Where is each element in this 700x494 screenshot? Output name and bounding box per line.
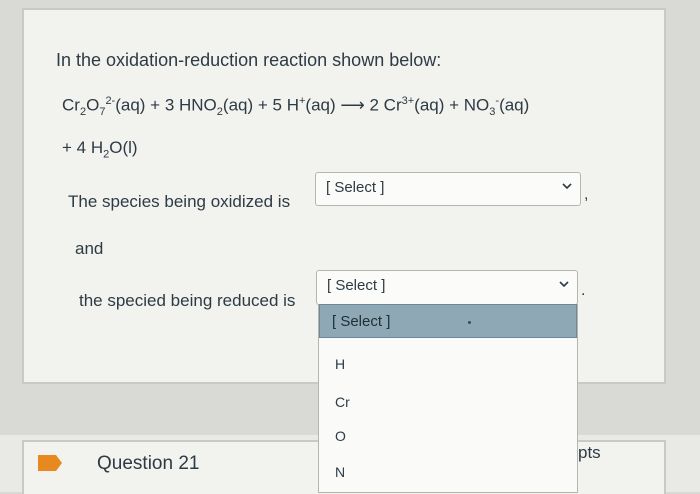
next-question-title: Question 21	[97, 453, 200, 474]
oxidized-label: The species being oxidized is	[68, 192, 291, 211]
chevron-down-icon	[559, 281, 569, 288]
question-intro: In the oxidation-reduction reaction show…	[56, 50, 442, 70]
chevron-down-icon	[562, 183, 572, 190]
equation-line-2: + 4 H2O(l)	[62, 138, 138, 161]
oxidized-select[interactable]: [ Select ]	[315, 172, 581, 206]
points-label: pts	[578, 443, 601, 462]
oxidized-select-value: [ Select ]	[326, 179, 385, 196]
reduced-select[interactable]: [ Select ]	[316, 270, 578, 305]
dropdown-option-select[interactable]: [ Select ]	[319, 304, 577, 338]
flag-icon[interactable]	[38, 455, 62, 471]
period: .	[581, 282, 586, 299]
reduced-label: the specied being reduced is	[79, 291, 296, 310]
cursor-dot	[468, 321, 471, 324]
dropdown-menu: [ Select ] H Cr O N	[318, 304, 578, 493]
reduced-select-value: [ Select ]	[327, 277, 386, 294]
equation-line-1: Cr2O72-(aq) + 3 HNO2(aq) + 5 H+(aq) ⟶ 2 …	[62, 95, 530, 119]
and-label: and	[75, 239, 104, 258]
reaction-arrow: ⟶	[340, 95, 365, 115]
comma: ,	[584, 186, 589, 203]
